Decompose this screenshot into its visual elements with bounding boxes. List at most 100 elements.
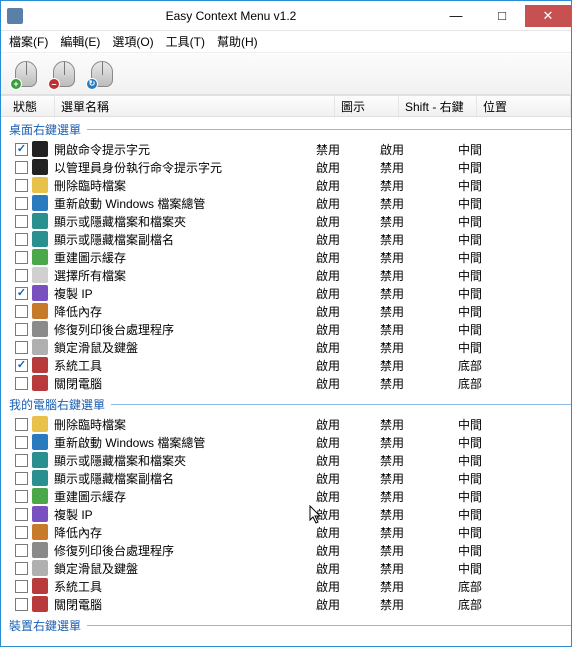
- row-position[interactable]: 底部: [458, 578, 571, 595]
- list-row[interactable]: 重新啟動 Windows 檔案總管啟用禁用中間: [1, 433, 571, 451]
- row-position[interactable]: 中間: [458, 434, 571, 451]
- row-checkbox[interactable]: [15, 179, 28, 192]
- list-row[interactable]: 複製 IP啟用禁用中間: [1, 284, 571, 302]
- row-checkbox[interactable]: [15, 472, 28, 485]
- row-icon-toggle[interactable]: 啟用: [316, 159, 380, 176]
- row-checkbox[interactable]: [15, 526, 28, 539]
- row-icon-toggle[interactable]: 啟用: [316, 488, 380, 505]
- row-position[interactable]: 中間: [458, 303, 571, 320]
- row-position[interactable]: 中間: [458, 321, 571, 338]
- row-position[interactable]: 中間: [458, 249, 571, 266]
- row-position[interactable]: 中間: [458, 488, 571, 505]
- row-icon-toggle[interactable]: 啟用: [316, 470, 380, 487]
- row-shift-toggle[interactable]: 禁用: [380, 321, 458, 338]
- row-position[interactable]: 中間: [458, 213, 571, 230]
- row-icon-toggle[interactable]: 啟用: [316, 249, 380, 266]
- row-icon-toggle[interactable]: 啟用: [316, 267, 380, 284]
- menu-edit[interactable]: 編輯(E): [60, 33, 100, 50]
- row-icon-toggle[interactable]: 啟用: [316, 321, 380, 338]
- row-shift-toggle[interactable]: 禁用: [380, 285, 458, 302]
- list-row[interactable]: 複製 IP啟用禁用中間: [1, 505, 571, 523]
- list-row[interactable]: 重建圖示緩存啟用禁用中間: [1, 487, 571, 505]
- row-position[interactable]: 中間: [458, 542, 571, 559]
- row-icon-toggle[interactable]: 啟用: [316, 285, 380, 302]
- row-checkbox[interactable]: [15, 377, 28, 390]
- row-icon-toggle[interactable]: 啟用: [316, 506, 380, 523]
- row-checkbox[interactable]: [15, 598, 28, 611]
- menu-file[interactable]: 檔案(F): [9, 33, 48, 50]
- row-shift-toggle[interactable]: 禁用: [380, 231, 458, 248]
- list-row[interactable]: 關閉電腦啟用禁用底部: [1, 595, 571, 613]
- row-checkbox[interactable]: [15, 436, 28, 449]
- row-checkbox[interactable]: [15, 341, 28, 354]
- list-scroll-area[interactable]: 桌面右鍵選單 開啟命令提示字元禁用啟用中間以管理員身份執行命令提示字元啟用禁用中…: [1, 117, 571, 646]
- row-shift-toggle[interactable]: 禁用: [380, 506, 458, 523]
- row-shift-toggle[interactable]: 禁用: [380, 303, 458, 320]
- row-shift-toggle[interactable]: 禁用: [380, 578, 458, 595]
- row-position[interactable]: 中間: [458, 524, 571, 541]
- row-icon-toggle[interactable]: 啟用: [316, 524, 380, 541]
- list-row[interactable]: 顯示或隱藏檔案和檔案夾啟用禁用中間: [1, 451, 571, 469]
- row-shift-toggle[interactable]: 禁用: [380, 357, 458, 374]
- row-position[interactable]: 底部: [458, 596, 571, 613]
- maximize-button[interactable]: □: [479, 5, 525, 27]
- row-checkbox[interactable]: [15, 359, 28, 372]
- row-shift-toggle[interactable]: 禁用: [380, 213, 458, 230]
- row-checkbox[interactable]: [15, 215, 28, 228]
- row-icon-toggle[interactable]: 啟用: [316, 375, 380, 392]
- menu-tools[interactable]: 工具(T): [166, 33, 205, 50]
- row-position[interactable]: 中間: [458, 285, 571, 302]
- list-row[interactable]: 開啟命令提示字元禁用啟用中間: [1, 140, 571, 158]
- row-checkbox[interactable]: [15, 287, 28, 300]
- list-row[interactable]: 降低內存啟用禁用中間: [1, 523, 571, 541]
- row-shift-toggle[interactable]: 禁用: [380, 416, 458, 433]
- list-row[interactable]: 重新啟動 Windows 檔案總管啟用禁用中間: [1, 194, 571, 212]
- list-row[interactable]: 顯示或隱藏檔案副檔名啟用禁用中間: [1, 230, 571, 248]
- row-icon-toggle[interactable]: 啟用: [316, 177, 380, 194]
- list-row[interactable]: 刪除臨時檔案啟用禁用中間: [1, 176, 571, 194]
- col-position[interactable]: 位置: [477, 95, 571, 118]
- row-shift-toggle[interactable]: 禁用: [380, 434, 458, 451]
- toolbar-remove-button[interactable]: –: [47, 57, 81, 91]
- row-checkbox[interactable]: [15, 305, 28, 318]
- row-checkbox[interactable]: [15, 418, 28, 431]
- row-shift-toggle[interactable]: 禁用: [380, 488, 458, 505]
- row-checkbox[interactable]: [15, 562, 28, 575]
- row-icon-toggle[interactable]: 啟用: [316, 542, 380, 559]
- row-position[interactable]: 中間: [458, 141, 571, 158]
- list-row[interactable]: 系統工具啟用禁用底部: [1, 356, 571, 374]
- row-shift-toggle[interactable]: 禁用: [380, 542, 458, 559]
- list-row[interactable]: 顯示或隱藏檔案副檔名啟用禁用中間: [1, 469, 571, 487]
- col-name[interactable]: 選單名稱: [55, 95, 335, 118]
- row-icon-toggle[interactable]: 啟用: [316, 452, 380, 469]
- row-position[interactable]: 中間: [458, 195, 571, 212]
- row-icon-toggle[interactable]: 啟用: [316, 339, 380, 356]
- row-shift-toggle[interactable]: 禁用: [380, 596, 458, 613]
- row-shift-toggle[interactable]: 禁用: [380, 452, 458, 469]
- row-checkbox[interactable]: [15, 197, 28, 210]
- col-status[interactable]: 狀態: [7, 95, 55, 118]
- row-position[interactable]: 中間: [458, 506, 571, 523]
- row-icon-toggle[interactable]: 啟用: [316, 195, 380, 212]
- list-row[interactable]: 修復列印後台處理程序啟用禁用中間: [1, 541, 571, 559]
- row-checkbox[interactable]: [15, 161, 28, 174]
- row-shift-toggle[interactable]: 禁用: [380, 339, 458, 356]
- row-shift-toggle[interactable]: 禁用: [380, 524, 458, 541]
- toolbar-add-button[interactable]: +: [9, 57, 43, 91]
- close-button[interactable]: ✕: [525, 5, 571, 27]
- row-shift-toggle[interactable]: 禁用: [380, 560, 458, 577]
- menu-options[interactable]: 選項(O): [112, 33, 153, 50]
- row-icon-toggle[interactable]: 啟用: [316, 357, 380, 374]
- list-row[interactable]: 重建圖示緩存啟用禁用中間: [1, 248, 571, 266]
- row-icon-toggle[interactable]: 啟用: [316, 434, 380, 451]
- row-icon-toggle[interactable]: 啟用: [316, 416, 380, 433]
- row-checkbox[interactable]: [15, 251, 28, 264]
- list-row[interactable]: 顯示或隱藏檔案和檔案夾啟用禁用中間: [1, 212, 571, 230]
- list-row[interactable]: 鎖定滑鼠及鍵盤啟用禁用中間: [1, 338, 571, 356]
- row-checkbox[interactable]: [15, 233, 28, 246]
- row-checkbox[interactable]: [15, 454, 28, 467]
- row-icon-toggle[interactable]: 啟用: [316, 231, 380, 248]
- list-row[interactable]: 選擇所有檔案啟用禁用中間: [1, 266, 571, 284]
- row-icon-toggle[interactable]: 啟用: [316, 213, 380, 230]
- row-position[interactable]: 底部: [458, 357, 571, 374]
